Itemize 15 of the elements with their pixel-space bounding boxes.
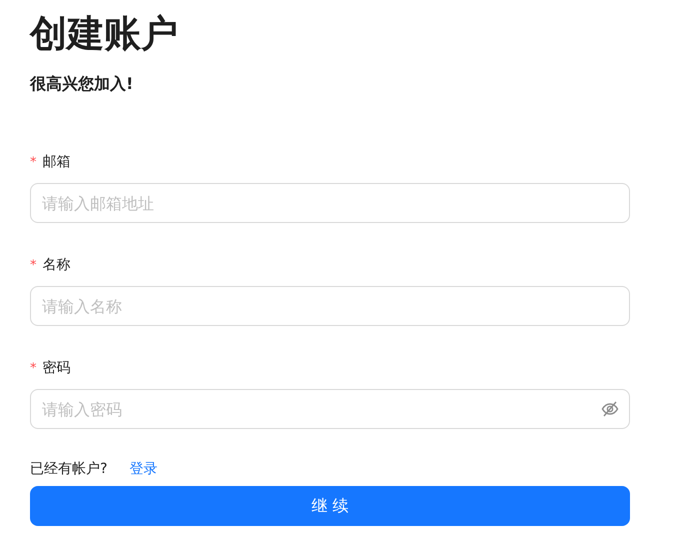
field-label: 邮箱 [42, 153, 70, 172]
continue-button[interactable]: 继 续 [30, 486, 630, 526]
login-link[interactable]: 登录 [129, 459, 158, 480]
required-mark: * [30, 154, 36, 172]
login-prompt: 已经有帐户? [30, 460, 108, 480]
input-field[interactable]: 请输入名称 [30, 286, 630, 326]
field-label: 名称 [42, 256, 70, 276]
required-mark: * [30, 257, 36, 276]
required-mark: * [30, 360, 36, 378]
eye-slash-icon[interactable] [601, 401, 619, 418]
field-label: 密码 [42, 359, 70, 378]
page-title: 创建账户 [30, 12, 179, 56]
subtitle: 很高兴您加入! [30, 73, 134, 96]
input-field[interactable]: 请输入邮箱地址 [30, 183, 630, 224]
password-field[interactable]: 请输入密码 [30, 389, 630, 430]
